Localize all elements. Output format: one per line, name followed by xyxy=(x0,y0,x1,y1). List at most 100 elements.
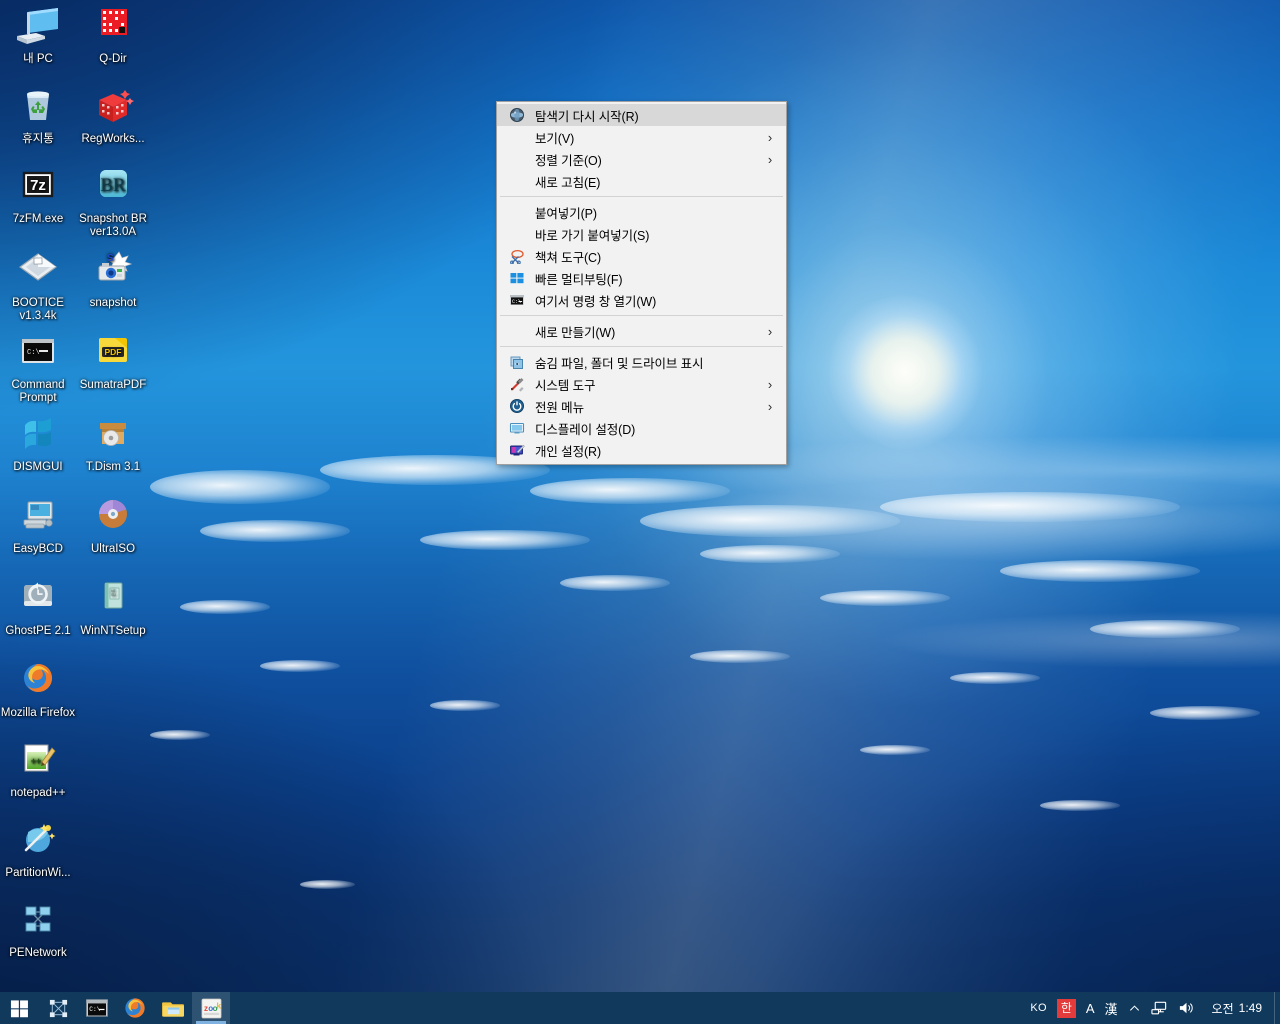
desktop-icon-7zfm[interactable]: 7z 7zFM.exe xyxy=(0,166,76,226)
snipping-tool-icon xyxy=(503,247,531,265)
hidden-files-icon xyxy=(503,353,531,371)
svg-text:BR: BR xyxy=(100,175,126,196)
desktop-icon-notepadpp[interactable]: ++ notepad++ xyxy=(0,740,76,800)
chevron-up-icon xyxy=(1128,1002,1141,1015)
power-icon xyxy=(503,397,531,415)
desktop-icon-ultraiso[interactable]: UltraISO xyxy=(75,496,151,556)
desktop-icon-partitionwiz[interactable]: PartitionWi... xyxy=(0,820,76,880)
dism-box-icon xyxy=(89,414,137,458)
desktop-icon-label: notepad++ xyxy=(10,787,66,799)
menu-item-open-cmd-here[interactable]: C:\ 여기서 명령 창 열기(W) xyxy=(497,289,786,311)
desktop-icon-ghostpe[interactable]: GhostPE 2.1 xyxy=(0,578,76,638)
easybcd-icon xyxy=(14,496,62,540)
explorer-restart-icon xyxy=(503,106,531,124)
sevenzip-icon: 7z xyxy=(14,166,62,210)
desktop-icon-label: SumatraPDF xyxy=(79,379,147,391)
tray-ime-alpha[interactable]: A xyxy=(1081,992,1100,1024)
tray-language-code[interactable]: KO xyxy=(1025,992,1052,1024)
cmd-icon: C:\ xyxy=(503,291,531,309)
desktop-icon-snapshot-br[interactable]: BR Snapshot BR ver13.0A xyxy=(75,166,151,239)
menu-item-system-tools[interactable]: 시스템 도구 › xyxy=(497,373,786,395)
desktop-icon-command-prompt[interactable]: C:\ Command Prompt xyxy=(0,332,76,405)
menu-item-label: 보기(V) xyxy=(535,131,575,146)
recycle-bin-icon xyxy=(14,86,62,130)
tray-show-hidden-icons-button[interactable] xyxy=(1123,992,1146,1024)
tray-volume-button[interactable] xyxy=(1173,992,1200,1024)
taskbar-clock[interactable]: 오전 1:49 xyxy=(1204,992,1274,1024)
menu-separator xyxy=(500,315,783,316)
task-view-button[interactable] xyxy=(38,992,78,1024)
desktop-icon-q-dir[interactable]: Q-Dir xyxy=(75,6,151,66)
show-desktop-button[interactable] xyxy=(1274,992,1280,1024)
menu-item-label: 탐색기 다시 시작(R) xyxy=(535,109,639,124)
menu-item-label: 빠른 멀티부팅(F) xyxy=(535,272,623,287)
start-button[interactable] xyxy=(0,992,38,1024)
desktop-icon-tdism[interactable]: T.Dism 3.1 xyxy=(75,414,151,474)
desktop-icon-label: GhostPE 2.1 xyxy=(5,625,71,637)
taskbar-app-zook[interactable]: z o o k xyxy=(192,992,230,1024)
desktop[interactable]: 내 PC Q-Dir 휴지통 RegWorks... 7z 7zFM.exe B… xyxy=(0,0,1280,1024)
taskbar-app-cmd[interactable]: C:\ xyxy=(78,992,116,1024)
desktop-context-menu[interactable]: 탐색기 다시 시작(R) 보기(V) › 정렬 기준(O) › 새로 고침(E)… xyxy=(496,101,787,465)
desktop-icon-label: EasyBCD xyxy=(13,543,63,555)
desktop-icon-my-pc[interactable]: 내 PC xyxy=(0,6,76,66)
desktop-icon-penetwork[interactable]: PENetwork xyxy=(0,900,76,960)
regworkshop-icon xyxy=(89,86,137,130)
chevron-right-icon: › xyxy=(767,323,773,339)
menu-item-sort-by[interactable]: 정렬 기준(O) › xyxy=(497,148,786,170)
svg-text:C:\: C:\ xyxy=(27,349,40,357)
bootice-icon xyxy=(14,250,62,294)
menu-item-power-menu[interactable]: 전원 메뉴 › xyxy=(497,395,786,417)
tray-ime-hangul[interactable]: 한 xyxy=(1052,992,1081,1024)
desktop-icon-snapshot[interactable]: S snapshot xyxy=(75,250,151,310)
desktop-icon-label: DISMGUI xyxy=(13,461,63,473)
menu-item-new[interactable]: 새로 만들기(W) › xyxy=(497,320,786,342)
taskbar-app-file-explorer[interactable] xyxy=(154,992,192,1024)
menu-item-fast-multiboot[interactable]: 빠른 멀티부팅(F) xyxy=(497,267,786,289)
menu-item-restart-explorer[interactable]: 탐색기 다시 시작(R) xyxy=(497,104,786,126)
network-icon xyxy=(14,900,62,944)
desktop-icon-bootice[interactable]: BOOTICE v1.3.4k xyxy=(0,250,76,323)
desktop-icon-easybcd[interactable]: EasyBCD xyxy=(0,496,76,556)
desktop-icon-sumatrapdf[interactable]: PDF SumatraPDF xyxy=(75,332,151,392)
menu-item-refresh[interactable]: 새로 고침(E) xyxy=(497,170,786,192)
menu-item-paste-shortcut[interactable]: 바로 가기 붙여넣기(S) xyxy=(497,223,786,245)
desktop-icon-dismgui[interactable]: DISMGUI xyxy=(0,414,76,474)
menu-item-personalize[interactable]: 개인 설정(R) xyxy=(497,439,786,461)
menu-separator xyxy=(500,346,783,347)
desktop-icon-firefox[interactable]: Mozilla Firefox xyxy=(0,660,76,720)
desktop-icon-label: BOOTICE v1.3.4k xyxy=(12,297,64,322)
chevron-right-icon: › xyxy=(767,151,773,167)
taskbar-spacer xyxy=(230,992,1025,1024)
console-icon: C:\ xyxy=(14,332,62,376)
desktop-icon-label: RegWorks... xyxy=(81,133,145,145)
menu-item-display-settings[interactable]: 디스플레이 설정(D) xyxy=(497,417,786,439)
desktop-icon-recycle-bin[interactable]: 휴지통 xyxy=(0,86,76,146)
desktop-icon-label: Mozilla Firefox xyxy=(0,707,76,719)
svg-text:7z: 7z xyxy=(30,177,46,194)
volume-tray-icon xyxy=(1178,1000,1195,1016)
tray-network-button[interactable] xyxy=(1146,992,1173,1024)
svg-text:k: k xyxy=(216,1001,221,1010)
tray-ime-hanja[interactable]: 漢 xyxy=(1100,992,1123,1024)
desktop-icon-label: WinNTSetup xyxy=(80,625,146,637)
menu-item-show-hidden[interactable]: 숨김 파일, 폴더 및 드라이브 표시 xyxy=(497,351,786,373)
menu-item-label: 새로 고침(E) xyxy=(535,175,601,190)
partition-wizard-icon xyxy=(14,820,62,864)
menu-item-paste[interactable]: 붙여넣기(P) xyxy=(497,201,786,223)
menu-item-snipping-tool[interactable]: 책쳐 도구(C) xyxy=(497,245,786,267)
desktop-icon-label: Snapshot BR ver13.0A xyxy=(79,213,147,238)
menu-item-view[interactable]: 보기(V) › xyxy=(497,126,786,148)
menu-item-label: 붙여넣기(P) xyxy=(535,206,597,221)
taskbar[interactable]: C:\ z o o k KO 한 A 漢 오전 1:49 xyxy=(0,992,1280,1024)
windows-logo-icon xyxy=(10,999,29,1018)
desktop-icon-winntsetup[interactable]: NT SU WinNTSetup xyxy=(75,578,151,638)
taskbar-app-firefox[interactable] xyxy=(116,992,154,1024)
snapshotbr-icon: BR xyxy=(89,166,137,210)
desktop-icon-regworkshop[interactable]: RegWorks... xyxy=(75,86,151,146)
desktop-icon-label: Q-Dir xyxy=(99,53,127,65)
no-icon xyxy=(503,150,531,168)
menu-item-label: 디스플레이 설정(D) xyxy=(535,422,636,437)
tools-icon xyxy=(503,375,531,393)
windows-tiles-icon xyxy=(503,269,531,287)
